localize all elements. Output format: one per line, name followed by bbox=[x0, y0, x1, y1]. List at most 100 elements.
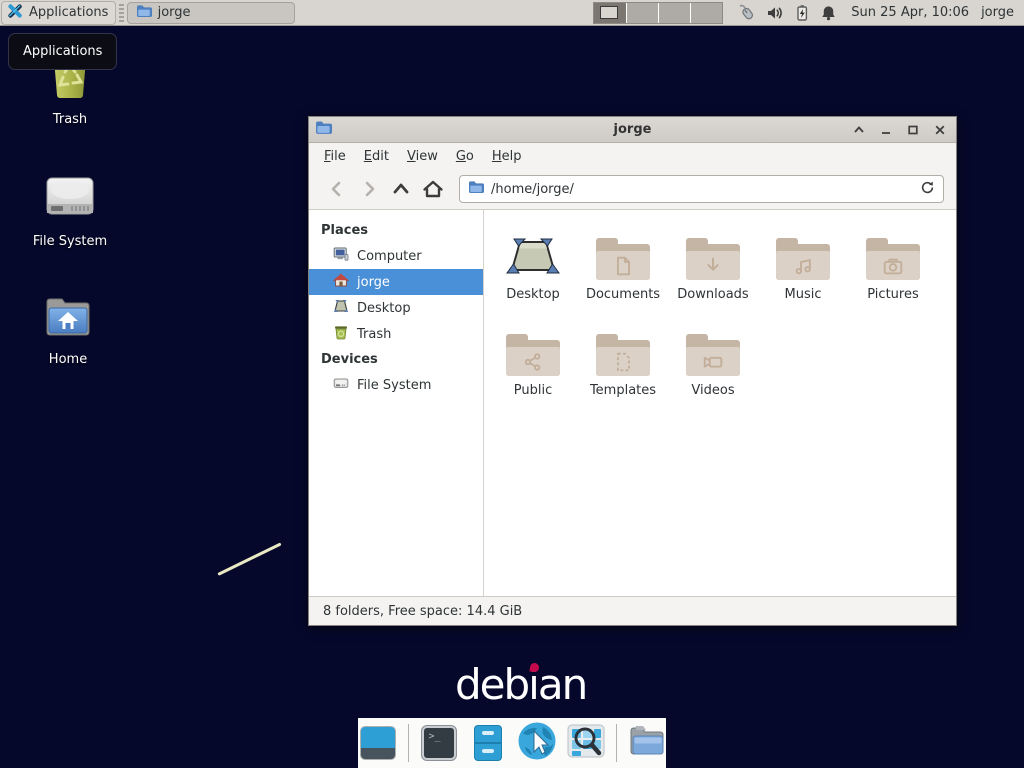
workspace-2[interactable] bbox=[626, 3, 658, 23]
sidebar-header-devices: Devices bbox=[309, 347, 483, 372]
desktop-icon-label: File System bbox=[33, 234, 107, 249]
workspace-1[interactable] bbox=[594, 3, 626, 23]
folder-item-downloads[interactable]: Downloads bbox=[668, 224, 758, 320]
menu-edit[interactable]: Edit bbox=[355, 145, 398, 168]
workspace-switcher bbox=[593, 2, 723, 24]
desktop-icon-label: Trash bbox=[53, 112, 87, 127]
statusbar: 8 folders, Free space: 14.4 GiB bbox=[309, 596, 956, 625]
close-button[interactable] bbox=[932, 122, 948, 138]
sidebar-item-label: Desktop bbox=[357, 301, 411, 316]
mouse-icon[interactable] bbox=[737, 4, 757, 22]
file-manager-window: jorge File Edit View Go Help bbox=[308, 116, 957, 626]
folder-label: Pictures bbox=[867, 287, 918, 302]
sidebar-item-desktop[interactable]: Desktop bbox=[309, 295, 483, 321]
dock-terminal-button[interactable]: >_ bbox=[420, 724, 458, 762]
trash-small-icon bbox=[333, 324, 349, 344]
folder-label: Documents bbox=[586, 287, 660, 302]
desktop-special-icon bbox=[505, 224, 561, 280]
folder-icon-video-camera bbox=[686, 334, 740, 376]
folder-view: Desktop Documents bbox=[484, 210, 956, 596]
desktop-icon-filesystem[interactable]: File System bbox=[15, 166, 125, 249]
sidebar-item-jorge[interactable]: jorge bbox=[309, 269, 483, 295]
desktop-icon-label: Home bbox=[49, 352, 87, 367]
panel-clock[interactable]: Sun 25 Apr, 10:06 bbox=[851, 5, 969, 20]
volume-icon[interactable] bbox=[766, 4, 784, 22]
applications-button-label: Applications bbox=[29, 5, 108, 20]
panel-handle[interactable] bbox=[119, 4, 123, 22]
dock-file-manager-button[interactable] bbox=[628, 724, 666, 762]
folder-label: Downloads bbox=[677, 287, 748, 302]
dock-separator bbox=[616, 724, 617, 762]
dock-separator bbox=[408, 724, 409, 762]
terminal-icon: >_ bbox=[422, 726, 456, 760]
menu-file[interactable]: File bbox=[315, 145, 355, 168]
folder-icon-document bbox=[596, 238, 650, 280]
workspace-window-thumb bbox=[600, 6, 618, 19]
bell-icon[interactable] bbox=[820, 4, 837, 22]
folder-icon-template-document bbox=[596, 334, 650, 376]
dock-file-cabinet-button[interactable] bbox=[469, 724, 507, 762]
sidebar-item-label: Computer bbox=[357, 249, 422, 264]
bottom-dock: >_ bbox=[358, 718, 666, 768]
panel-username[interactable]: jorge bbox=[981, 5, 1014, 20]
dock-application-finder-button[interactable] bbox=[567, 724, 605, 762]
window-titlebar[interactable]: jorge bbox=[309, 117, 956, 143]
computer-icon bbox=[333, 246, 349, 266]
folder-item-pictures[interactable]: Pictures bbox=[848, 224, 938, 320]
maximize-button[interactable] bbox=[905, 122, 921, 138]
folder-item-videos[interactable]: Videos bbox=[668, 320, 758, 416]
battery-icon[interactable] bbox=[793, 4, 811, 22]
home-icon bbox=[333, 272, 349, 292]
workspace-4[interactable] bbox=[690, 3, 722, 23]
drive-small-icon bbox=[333, 375, 349, 395]
stray-cursor-line bbox=[217, 542, 281, 575]
reload-icon[interactable] bbox=[920, 180, 935, 199]
up-button[interactable] bbox=[385, 175, 417, 203]
file-cabinet-icon bbox=[474, 725, 502, 761]
forward-button[interactable] bbox=[353, 175, 385, 203]
top-panel: Applications jorge bbox=[0, 0, 1024, 26]
taskbar-button-jorge[interactable]: jorge bbox=[127, 2, 296, 24]
path-input[interactable]: /home/jorge/ bbox=[459, 175, 944, 203]
back-button[interactable] bbox=[321, 175, 353, 203]
folder-item-desktop[interactable]: Desktop bbox=[488, 224, 578, 320]
sidebar-item-label: Trash bbox=[357, 327, 391, 342]
folder-item-documents[interactable]: Documents bbox=[578, 224, 668, 320]
window-body: Places Computer bbox=[309, 210, 956, 596]
web-browser-icon bbox=[517, 721, 557, 765]
sidebar-item-filesystem[interactable]: File System bbox=[309, 372, 483, 398]
shade-button[interactable] bbox=[851, 122, 867, 138]
folder-item-templates[interactable]: Templates bbox=[578, 320, 668, 416]
menu-view[interactable]: View bbox=[398, 145, 447, 168]
application-finder-icon bbox=[566, 721, 606, 765]
dock-show-desktop-button[interactable] bbox=[359, 724, 397, 762]
desktop-icon bbox=[333, 298, 349, 318]
applications-button[interactable]: Applications bbox=[1, 1, 116, 25]
desktop-icon-home[interactable]: Home bbox=[13, 292, 123, 367]
folder-item-public[interactable]: Public bbox=[488, 320, 578, 416]
folder-item-music[interactable]: Music bbox=[758, 224, 848, 320]
minimize-button[interactable] bbox=[878, 122, 894, 138]
sidebar-item-computer[interactable]: Computer bbox=[309, 243, 483, 269]
path-text: /home/jorge/ bbox=[491, 182, 913, 197]
folder-icon-music-notes bbox=[776, 238, 830, 280]
folder-label: Desktop bbox=[506, 287, 560, 302]
folder-icon-share-nodes bbox=[506, 334, 560, 376]
workspace-3[interactable] bbox=[658, 3, 690, 23]
sidebar: Places Computer bbox=[309, 210, 484, 596]
menu-help[interactable]: Help bbox=[483, 145, 531, 168]
xfce-logo-icon bbox=[6, 2, 24, 24]
home-button[interactable] bbox=[417, 175, 449, 203]
dock-web-browser-button[interactable] bbox=[518, 724, 556, 762]
applications-tooltip: Applications bbox=[8, 33, 117, 70]
folder-label: Templates bbox=[590, 383, 656, 398]
debian-logo-text: debian bbox=[455, 660, 586, 709]
folder-label: Videos bbox=[691, 383, 734, 398]
system-tray bbox=[737, 4, 837, 22]
taskbar-button-label: jorge bbox=[158, 5, 191, 20]
debian-logo: debian bbox=[455, 660, 585, 708]
sidebar-item-trash[interactable]: Trash bbox=[309, 321, 483, 347]
toolbar: /home/jorge/ bbox=[309, 169, 956, 210]
menu-go[interactable]: Go bbox=[447, 145, 483, 168]
desktop-screen: Applications jorge bbox=[0, 0, 1024, 768]
